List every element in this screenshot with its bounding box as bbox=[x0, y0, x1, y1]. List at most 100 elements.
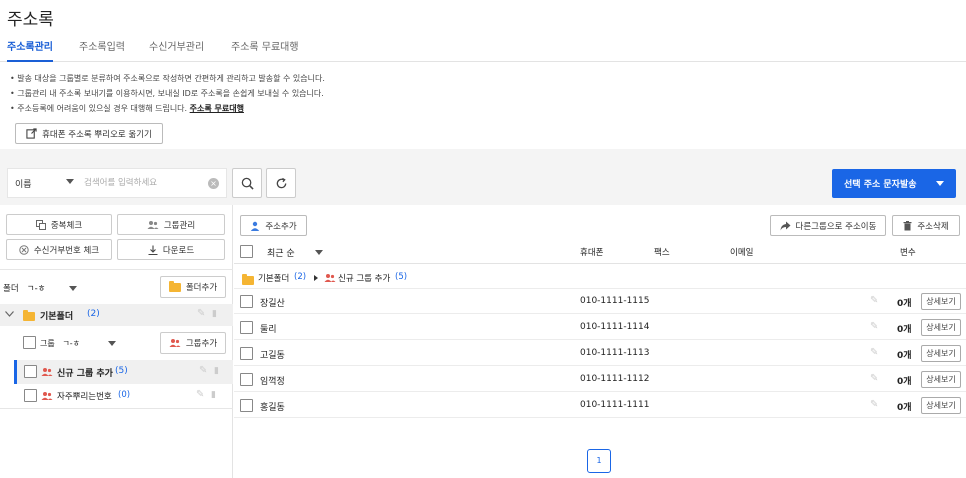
search-input[interactable] bbox=[84, 171, 204, 195]
trash-icon[interactable]: ▮ bbox=[214, 366, 219, 376]
row-var-count: 0개 bbox=[897, 325, 912, 335]
info-notes: • 발송 대상을 그룹별로 분류하여 주소록으로 작성하면 간편하게 관리하고 … bbox=[10, 74, 325, 113]
chevron-down-icon[interactable] bbox=[5, 311, 14, 318]
trash-icon[interactable]: ▮ bbox=[212, 309, 217, 319]
folder-icon bbox=[168, 280, 181, 292]
clear-icon[interactable]: × bbox=[208, 178, 219, 189]
detail-button[interactable]: 상세보기 bbox=[921, 345, 961, 362]
table-row[interactable]: 고길동 010-1111-1113 ✎ 0개 상세보기 bbox=[234, 341, 966, 366]
edit-icon[interactable]: ✎ bbox=[870, 295, 878, 306]
edit-icon[interactable]: ✎ bbox=[196, 389, 204, 400]
breadcrumb-group: 신규 그룹 추가 bbox=[338, 274, 391, 284]
group-sort-select[interactable]: 그룹 ㄱ-ㅎ bbox=[40, 338, 80, 349]
table-row[interactable]: 홍길동 010-1111-1111 ✎ 0개 상세보기 bbox=[234, 393, 966, 418]
edit-icon[interactable]: ✎ bbox=[870, 373, 878, 384]
sort-select[interactable]: 최근 순 bbox=[267, 246, 295, 259]
folder-icon bbox=[242, 274, 254, 285]
user-icon bbox=[251, 221, 260, 231]
add-address-button[interactable]: 주소추가 bbox=[240, 215, 307, 236]
send-selected-button[interactable]: 선택 주소 문자발송 bbox=[832, 169, 956, 198]
group-manage-button[interactable]: 그룹관리 bbox=[117, 214, 225, 235]
page-number-button[interactable]: 1 bbox=[587, 449, 611, 473]
note-3: 주소등록에 어려움이 있으실 경우 대행해 드립니다. bbox=[17, 104, 188, 113]
row-name: 장길산 bbox=[260, 299, 285, 309]
row-checkbox[interactable] bbox=[240, 373, 253, 386]
download-icon bbox=[148, 245, 158, 255]
edit-icon[interactable]: ✎ bbox=[197, 308, 205, 319]
row-checkbox[interactable] bbox=[240, 347, 253, 360]
row-checkbox[interactable] bbox=[240, 321, 253, 334]
export-icon bbox=[26, 128, 37, 139]
edit-icon[interactable]: ✎ bbox=[870, 399, 878, 410]
free-service-link[interactable]: 주소록 무료대행 bbox=[190, 104, 244, 113]
add-folder-button[interactable]: 폴더추가 bbox=[160, 276, 226, 298]
detail-button[interactable]: 상세보기 bbox=[921, 293, 961, 310]
edit-icon[interactable]: ✎ bbox=[199, 365, 207, 376]
download-button[interactable]: 다운로드 bbox=[117, 239, 225, 260]
note-2: 그룹관리 내 주소록 보내기를 이용하시면, 보내실 ID로 주소록을 손쉽게 … bbox=[17, 89, 324, 98]
chevron-down-icon[interactable] bbox=[108, 341, 116, 346]
group-checkbox[interactable] bbox=[24, 389, 37, 402]
search-button[interactable] bbox=[232, 168, 262, 198]
trash-icon[interactable]: ▮ bbox=[211, 390, 216, 400]
group-item-selected[interactable]: 신규 그룹 추가 (5) ✎ ▮ bbox=[14, 360, 233, 384]
group-breadcrumb: 기본폴더 (2) 신규 그룹 추가 (5) bbox=[234, 267, 966, 289]
group-name: 신규 그룹 추가 bbox=[57, 369, 113, 379]
breadcrumb-group-count: (5) bbox=[395, 272, 408, 282]
chevron-down-icon[interactable] bbox=[66, 179, 74, 184]
users-icon bbox=[147, 220, 159, 229]
row-name: 둘리 bbox=[260, 325, 277, 335]
row-var-count: 0개 bbox=[897, 299, 912, 309]
detail-button[interactable]: 상세보기 bbox=[921, 319, 961, 336]
table-header: 최근 순 휴대폰 팩스 이메일 변수 bbox=[234, 241, 966, 264]
row-name: 고길동 bbox=[260, 351, 285, 361]
add-group-button[interactable]: 그룹추가 bbox=[160, 332, 226, 354]
row-var-count: 0개 bbox=[897, 403, 912, 413]
block-icon bbox=[19, 244, 29, 255]
search-icon bbox=[241, 177, 254, 190]
detail-button[interactable]: 상세보기 bbox=[921, 397, 961, 414]
row-checkbox[interactable] bbox=[240, 295, 253, 308]
row-checkbox[interactable] bbox=[240, 399, 253, 412]
folder-row[interactable]: 기본폴더 (2) ✎ ▮ bbox=[0, 304, 233, 326]
detail-button[interactable]: 상세보기 bbox=[921, 371, 961, 388]
note-1: 발송 대상을 그룹별로 분류하여 주소록으로 작성하면 간편하게 관리하고 발송… bbox=[17, 74, 325, 83]
tab-reject-manage[interactable]: 수신거부관리 bbox=[149, 38, 204, 62]
chevron-down-icon[interactable] bbox=[69, 286, 77, 291]
edit-icon[interactable]: ✎ bbox=[870, 321, 878, 332]
refresh-button[interactable] bbox=[266, 168, 296, 198]
folder-sort-select[interactable]: 폴더 ㄱ-ㅎ bbox=[3, 282, 45, 294]
group-count: (5) bbox=[115, 366, 128, 376]
phone-header: 휴대폰 bbox=[580, 248, 604, 258]
chevron-down-icon[interactable] bbox=[315, 250, 323, 255]
search-field-select[interactable]: 이름 bbox=[15, 177, 32, 190]
folder-name: 기본폴더 bbox=[40, 312, 74, 322]
address-toolbar: 주소추가 다른그룹으로 주소이동 주소삭제 bbox=[234, 205, 966, 241]
table-row[interactable]: 장길산 010-1111-1115 ✎ 0개 상세보기 bbox=[234, 289, 966, 314]
group-select-all-checkbox[interactable] bbox=[23, 336, 36, 349]
delete-address-button[interactable]: 주소삭제 bbox=[892, 215, 960, 236]
tab-free-service[interactable]: 주소록 무료대행 bbox=[231, 38, 299, 62]
dup-check-button[interactable]: 중복체크 bbox=[6, 214, 112, 235]
move-group-button[interactable]: 다른그룹으로 주소이동 bbox=[770, 215, 886, 236]
group-checkbox[interactable] bbox=[24, 365, 37, 378]
row-phone: 010-1111-1111 bbox=[580, 400, 650, 410]
share-icon bbox=[780, 221, 791, 230]
group-count: (0) bbox=[118, 390, 131, 400]
tab-address-input[interactable]: 주소록입력 bbox=[79, 38, 125, 62]
import-phone-button[interactable]: 휴대폰 주소록 뿌리오로 옮기기 bbox=[15, 123, 163, 144]
reject-check-button[interactable]: 수신거부번호 체크 bbox=[6, 239, 112, 260]
table-row[interactable]: 임꺽정 010-1111-1112 ✎ 0개 상세보기 bbox=[234, 367, 966, 392]
tab-address-manage[interactable]: 주소록관리 bbox=[7, 38, 53, 62]
edit-icon[interactable]: ✎ bbox=[870, 347, 878, 358]
select-all-checkbox[interactable] bbox=[240, 245, 253, 258]
group-item[interactable]: 자주뿌리는번호 (0) ✎ ▮ bbox=[14, 384, 233, 408]
folder-count: (2) bbox=[87, 309, 100, 319]
row-phone: 010-1111-1112 bbox=[580, 374, 650, 384]
row-phone: 010-1111-1115 bbox=[580, 296, 650, 306]
group-panel: 중복체크 그룹관리 수신거부번호 체크 다운로드 폴더 ㄱ-ㅎ 폴더추가 기본폴… bbox=[0, 205, 233, 478]
search-box: 이름 × bbox=[7, 168, 227, 198]
table-row[interactable]: 둘리 010-1111-1114 ✎ 0개 상세보기 bbox=[234, 315, 966, 340]
users-icon bbox=[169, 339, 181, 347]
breadcrumb-folder: 기본폴더 bbox=[258, 274, 290, 284]
